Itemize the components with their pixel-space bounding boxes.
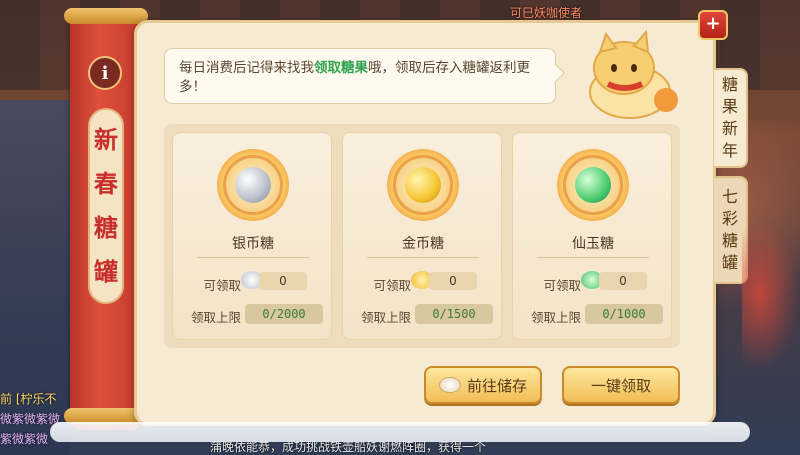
claim-all-label: 一键领取 xyxy=(590,376,651,395)
gift-icon[interactable]: + xyxy=(698,10,728,40)
candy-name: 银币糖 xyxy=(232,236,274,252)
claim-limit-label: 领取上限 xyxy=(530,310,581,325)
claimable-value: 0 xyxy=(599,272,647,290)
claim-limit-value: 0/1500 xyxy=(415,304,493,324)
candy-card-gold: 金币糖 可领取 0 领取上限 0/1500 xyxy=(342,132,502,340)
cat-mascot-icon xyxy=(589,30,678,119)
scroll-cap-top xyxy=(64,8,148,24)
claim-limit-label: 领取上限 xyxy=(360,310,411,325)
event-title-char: 春 xyxy=(94,169,118,198)
silver-candy-icon xyxy=(235,167,271,203)
claimable-label: 可领取 xyxy=(373,278,411,293)
jade-candy-icon xyxy=(575,167,611,203)
info-button[interactable]: i xyxy=(88,56,122,90)
candy-jar-icon xyxy=(438,377,461,393)
tab-char: 彩 xyxy=(721,209,738,228)
tab-char: 七 xyxy=(721,187,738,206)
claim-all-button[interactable]: 一键领取 xyxy=(562,366,680,404)
chat-line: 前 [柠乐不 xyxy=(0,392,57,406)
lantern-decoration xyxy=(742,220,800,370)
candy-name: 金币糖 xyxy=(402,236,444,252)
event-title-char: 糖 xyxy=(94,213,118,242)
chat-line: 微紫微紫微 xyxy=(0,412,61,426)
tab-char: 罐 xyxy=(721,253,738,272)
claimable-label: 可领取 xyxy=(203,278,241,293)
snow-decoration xyxy=(50,422,750,442)
background-npc-name: 可巳妖咖使者 xyxy=(510,6,583,20)
claim-limit-label: 领取上限 xyxy=(190,310,241,325)
tab-char: 年 xyxy=(721,141,738,160)
claim-limit-value: 0/2000 xyxy=(245,304,323,324)
candy-card-silver: 银币糖 可领取 0 领取上限 0/2000 xyxy=(172,132,332,340)
go-store-button[interactable]: 前往储存 xyxy=(424,366,542,404)
event-title-char: 新 xyxy=(94,125,118,154)
candy-card-jade: 仙玉糖 可领取 0 领取上限 0/1000 xyxy=(512,132,672,340)
event-title-char: 罐 xyxy=(94,257,118,286)
bubble-text-before: 每日消费后记得来找我 xyxy=(179,60,314,76)
event-title: 新 春 糖 罐 xyxy=(88,108,124,304)
candy-name: 仙玉糖 xyxy=(572,236,614,252)
go-store-label: 前往储存 xyxy=(466,376,527,395)
speech-bubble: 每日消费后记得来找我领取糖果哦，领取后存入糖罐返利更多！ xyxy=(164,48,556,104)
chat-line: 紫微紫微 xyxy=(0,432,49,446)
claimable-label: 可领取 xyxy=(543,278,581,293)
tab-char: 果 xyxy=(721,97,738,116)
tab-char: 新 xyxy=(721,119,738,138)
gold-candy-icon xyxy=(405,167,441,203)
tab-candy-new-year[interactable]: 糖 果 新 年 xyxy=(714,68,748,168)
claimable-value: 0 xyxy=(429,272,477,290)
claimable-value: 0 xyxy=(259,272,307,290)
tab-char: 糖 xyxy=(721,231,738,250)
tab-char: 糖 xyxy=(721,75,738,94)
bubble-highlight: 领取糖果 xyxy=(314,60,368,76)
claim-limit-value: 0/1000 xyxy=(585,304,663,324)
